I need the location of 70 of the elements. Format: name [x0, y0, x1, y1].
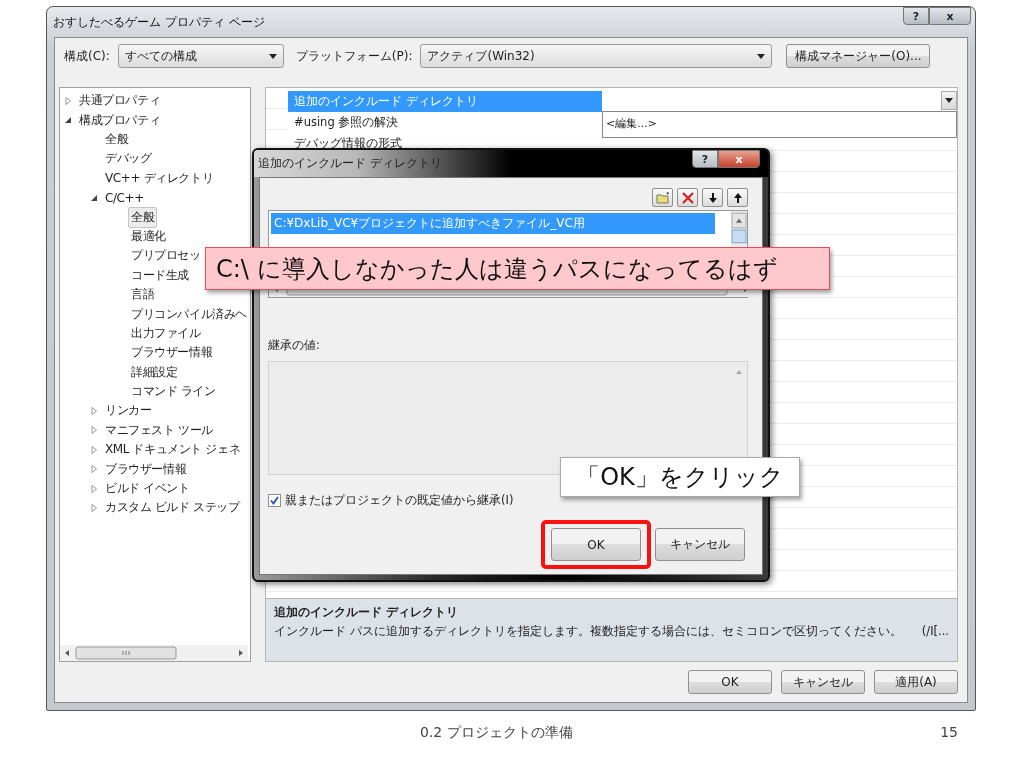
switch-text: (/I[...	[921, 624, 949, 639]
platform-dropdown[interactable]: アクティブ(Win32)	[420, 44, 773, 68]
collapsed-arrow-icon[interactable]	[90, 426, 98, 435]
checkbox[interactable]	[268, 494, 281, 507]
horizontal-scrollbar[interactable]	[60, 645, 248, 661]
tree-item[interactable]: ブラウザー情報	[128, 342, 216, 364]
dialog-button[interactable]: キャンセル	[655, 528, 745, 561]
move-down-button[interactable]	[702, 188, 723, 207]
tree-item[interactable]: 最適化	[128, 225, 169, 247]
collapsed-arrow-icon[interactable]	[90, 445, 98, 454]
dropdown-caret-icon	[757, 53, 766, 59]
tree-item[interactable]: マニフェスト ツール	[102, 419, 216, 441]
inherited-values-label: 継承の値:	[268, 338, 321, 353]
tree-item[interactable]: 全般	[128, 206, 158, 228]
tree-item[interactable]: 言語	[128, 284, 158, 306]
collapsed-arrow-icon[interactable]	[90, 484, 98, 493]
tree-item[interactable]: プリコンパイル済みヘ	[128, 303, 250, 325]
dialog-button[interactable]: 適用(A)	[874, 670, 958, 694]
description-text: インクルード パスに追加するディレクトリを指定します。複数指定する場合には、セミコロンで区切ってください。	[274, 624, 902, 639]
section-title: 0.2 プロジェクトの準備	[420, 724, 573, 742]
dropdown-caret-icon	[945, 98, 953, 103]
tree-item[interactable]: リンカー	[102, 400, 155, 422]
move-up-button[interactable]	[727, 188, 748, 207]
tree-item[interactable]: ビルド イベント	[102, 478, 193, 499]
dropdown-button[interactable]	[941, 91, 957, 110]
tree-item[interactable]: コード生成	[128, 264, 192, 286]
folder-icon	[655, 191, 670, 204]
up-arrow-icon	[733, 192, 742, 203]
checkbox-label: 親またはプロジェクトの既定値から継承(I)	[285, 493, 514, 508]
warning-tooltip: C:\ に導入しなかった人は違うパスになってるはず	[205, 247, 830, 290]
delete-button[interactable]	[677, 188, 698, 207]
tree-item[interactable]: 詳細設定	[128, 361, 181, 383]
collapsed-arrow-icon[interactable]	[90, 406, 98, 415]
down-arrow-icon	[708, 192, 717, 203]
expanded-arrow-icon[interactable]	[90, 193, 98, 202]
dropdown-item[interactable]: <編集...>	[602, 111, 957, 138]
configuration-manager-button[interactable]: 構成マネージャー(O)...	[786, 44, 931, 68]
collapsed-arrow-icon[interactable]	[90, 503, 98, 512]
instruction-tooltip: 「OK」をクリック	[560, 457, 800, 497]
tree-item[interactable]: XML ドキュメント ジェネ	[102, 439, 244, 461]
collapsed-arrow-icon[interactable]	[90, 465, 98, 474]
tree-item[interactable]: デバッグ	[102, 148, 155, 170]
expanded-arrow-icon[interactable]	[64, 116, 72, 125]
dialog-button[interactable]: OK	[688, 670, 772, 694]
tree-item[interactable]: カスタム ビルド ステップ	[102, 497, 243, 519]
window-title: おすしたべるゲーム プロパティ ページ	[53, 14, 265, 31]
delete-icon	[681, 191, 694, 204]
tree-item[interactable]: C/C++	[102, 188, 147, 207]
help-button[interactable]: ?	[903, 7, 929, 25]
collapsed-arrow-icon[interactable]	[64, 96, 72, 105]
tree-item[interactable]: プリプロセッ	[128, 245, 204, 267]
configuration-dropdown[interactable]: すべての構成	[117, 44, 284, 68]
tree-item[interactable]: ブラウザー情報	[102, 458, 190, 480]
page-number: 15	[940, 724, 958, 742]
tree-item[interactable]: 出力ファイル	[128, 322, 204, 344]
new-folder-button[interactable]	[652, 188, 673, 207]
tree-item[interactable]: 構成プロパティ	[76, 109, 164, 131]
close-button[interactable]: x	[929, 7, 971, 25]
tree-item[interactable]: VC++ ディレクトリ	[102, 167, 217, 189]
dialog-button[interactable]: OK	[551, 528, 641, 561]
configuration-label: 構成(C):	[64, 47, 110, 65]
help-button[interactable]: ?	[692, 150, 718, 168]
platform-label: プラットフォーム(P):	[295, 47, 413, 65]
property-value-field[interactable]	[602, 91, 957, 112]
dropdown-caret-icon	[268, 53, 277, 59]
tree-item[interactable]: コマンド ライン	[128, 381, 219, 403]
dialog-button[interactable]: キャンセル	[781, 670, 865, 694]
tree-item[interactable]: 共通プロパティ	[76, 90, 164, 112]
description-title: 追加のインクルード ディレクトリ	[274, 605, 459, 620]
tree-item[interactable]: 全般	[102, 129, 132, 150]
